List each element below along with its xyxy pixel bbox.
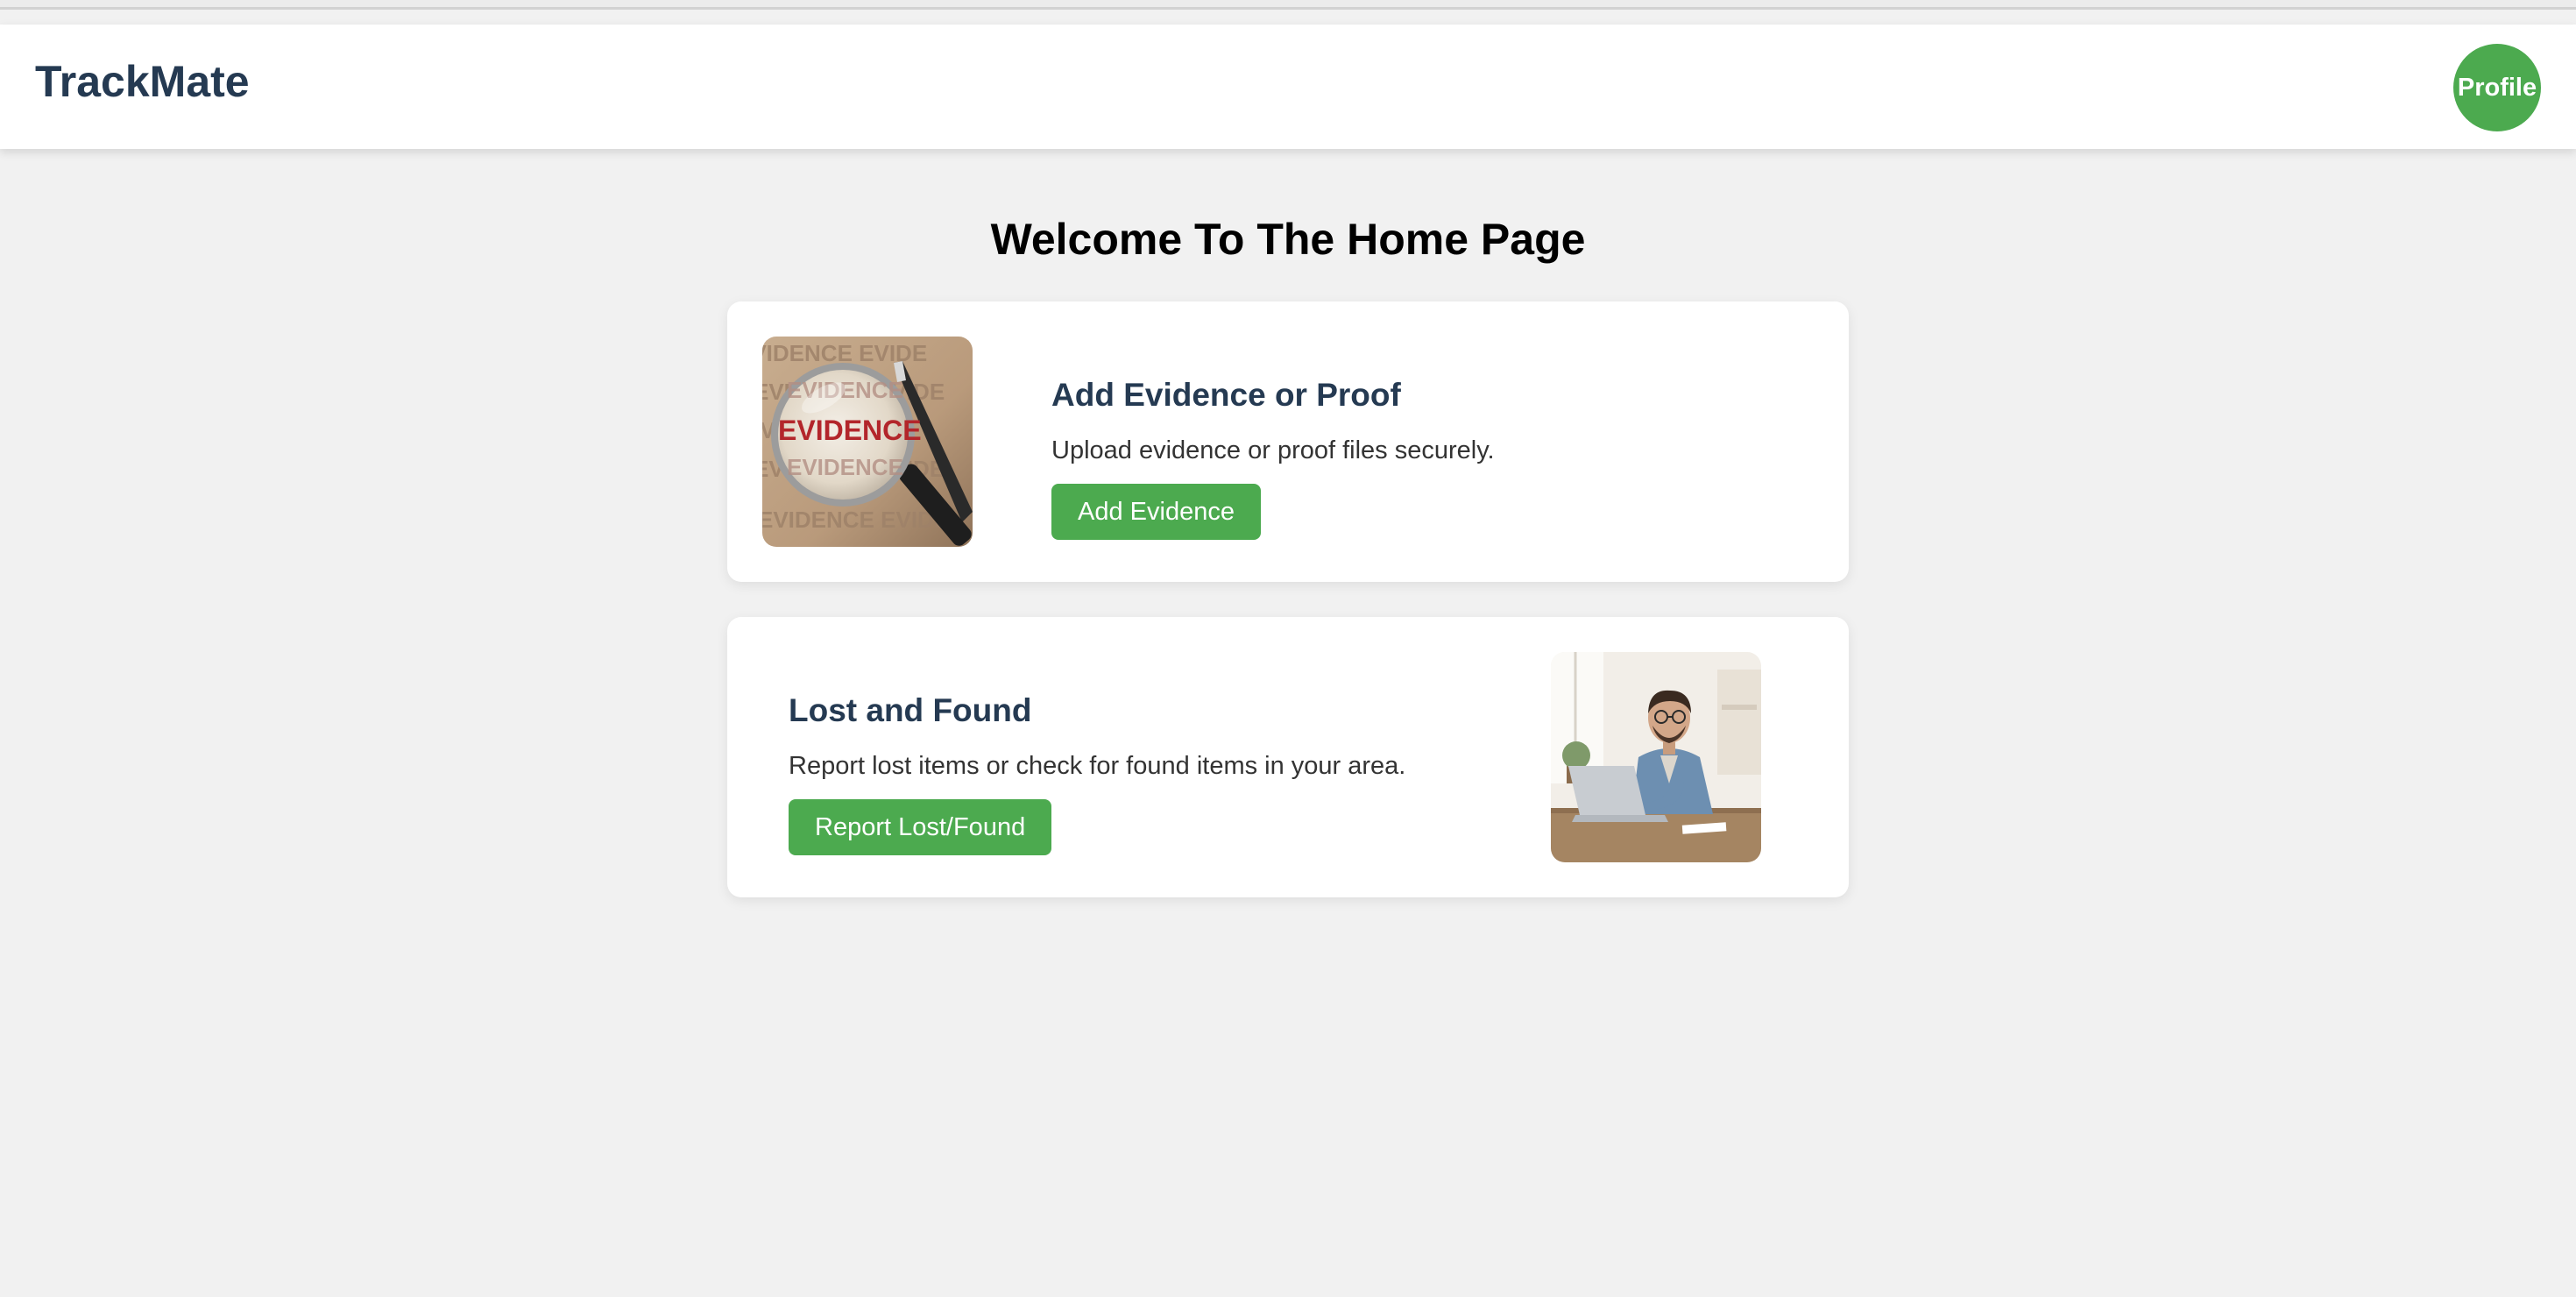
top-navbar: TrackMate Profile (0, 25, 2576, 149)
add-evidence-button[interactable]: Add Evidence (1051, 484, 1261, 540)
browser-top-strip (0, 0, 2576, 10)
profile-button[interactable]: Profile (2453, 44, 2541, 131)
evidence-image-text: EVIDENCE (778, 415, 922, 446)
evidence-image: EVIDENCE EVIDE EVIDENCE EVIDE EVIDENCE E… (762, 337, 973, 547)
lost-found-card: Lost and Found Report lost items or chec… (727, 617, 1849, 897)
lost-found-card-description: Report lost items or check for found ite… (789, 752, 1406, 780)
report-lost-found-button[interactable]: Report Lost/Found (789, 799, 1052, 855)
evidence-card-description: Upload evidence or proof files securely. (1051, 436, 1495, 464)
lost-found-card-title: Lost and Found (789, 692, 1032, 728)
svg-text:EVIDENCE EVIDE: EVIDENCE EVIDE (762, 507, 949, 533)
svg-text:EVIDENCE: EVIDENCE (787, 454, 903, 480)
lost-found-image (1551, 652, 1761, 862)
evidence-card-title: Add Evidence or Proof (1051, 377, 1401, 413)
page-title: Welcome To The Home Page (990, 215, 1586, 264)
app-brand[interactable]: TrackMate (35, 60, 250, 103)
evidence-card: EVIDENCE EVIDE EVIDENCE EVIDE EVIDENCE E… (727, 301, 1849, 582)
